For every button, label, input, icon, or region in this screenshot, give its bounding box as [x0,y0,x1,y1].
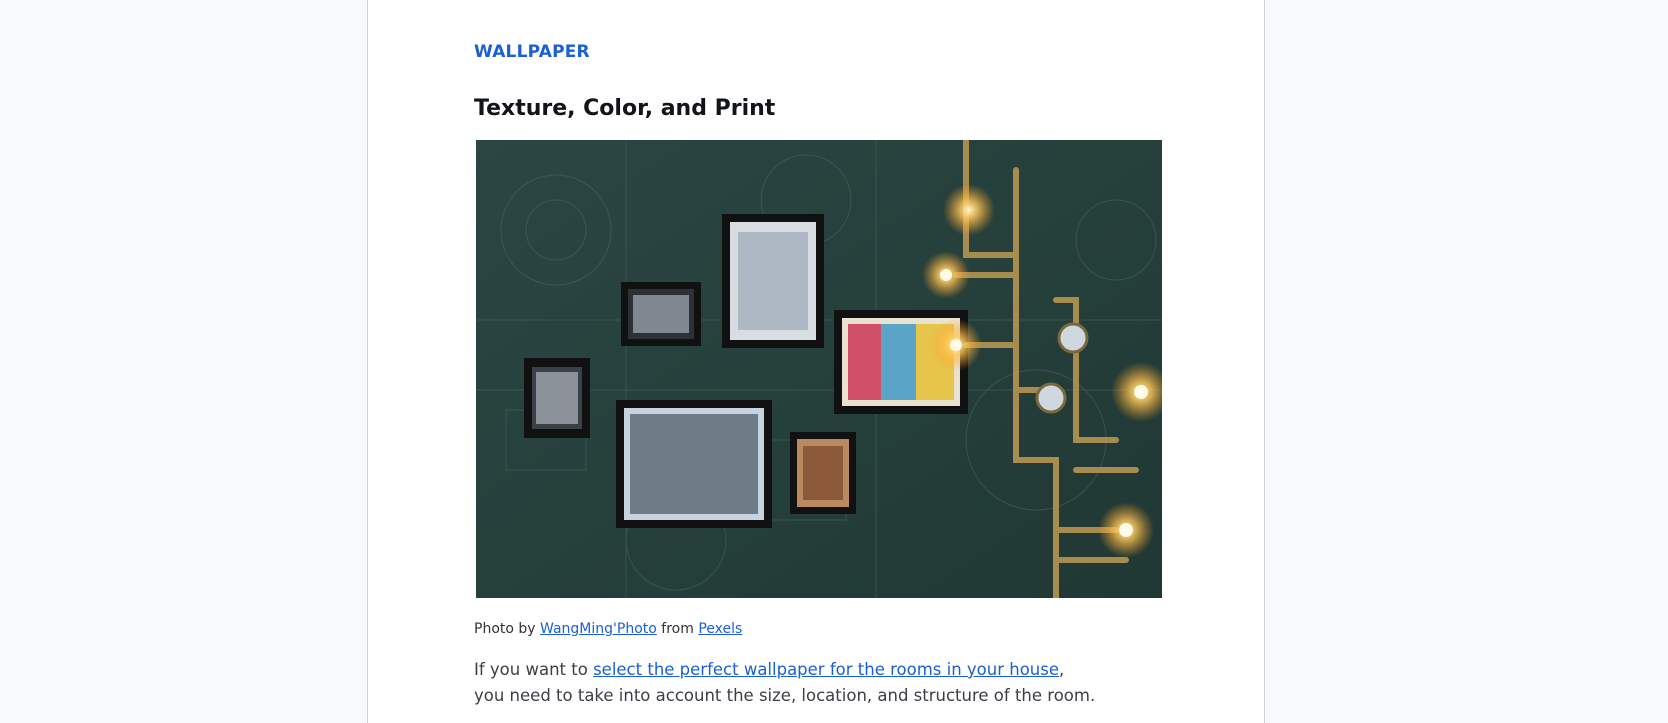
wallpaper-guide-link[interactable]: select the perfect wallpaper for the roo… [593,660,1059,679]
article-paragraph: If you want to select the perfect wallpa… [474,657,1114,709]
photo-author-link[interactable]: WangMing'Photo [540,621,657,637]
section-heading: Texture, Color, and Print [474,96,776,121]
paragraph-prefix: If you want to [474,660,588,679]
photo-source-link[interactable]: Pexels [698,621,742,637]
photo-wall-image [476,140,1162,598]
article-column: WALLPAPER Texture, Color, and Print Phot… [367,0,1265,723]
caption-from: from [661,621,694,637]
category-label[interactable]: WALLPAPER [474,42,590,62]
paragraph-line-2: you need to take into account the size, … [474,686,1096,705]
paragraph-comma: , [1059,660,1065,679]
photo-caption: Photo by WangMing'Photo from Pexels [474,621,742,637]
caption-prefix: Photo by [474,621,536,637]
article-photo [476,140,1162,598]
